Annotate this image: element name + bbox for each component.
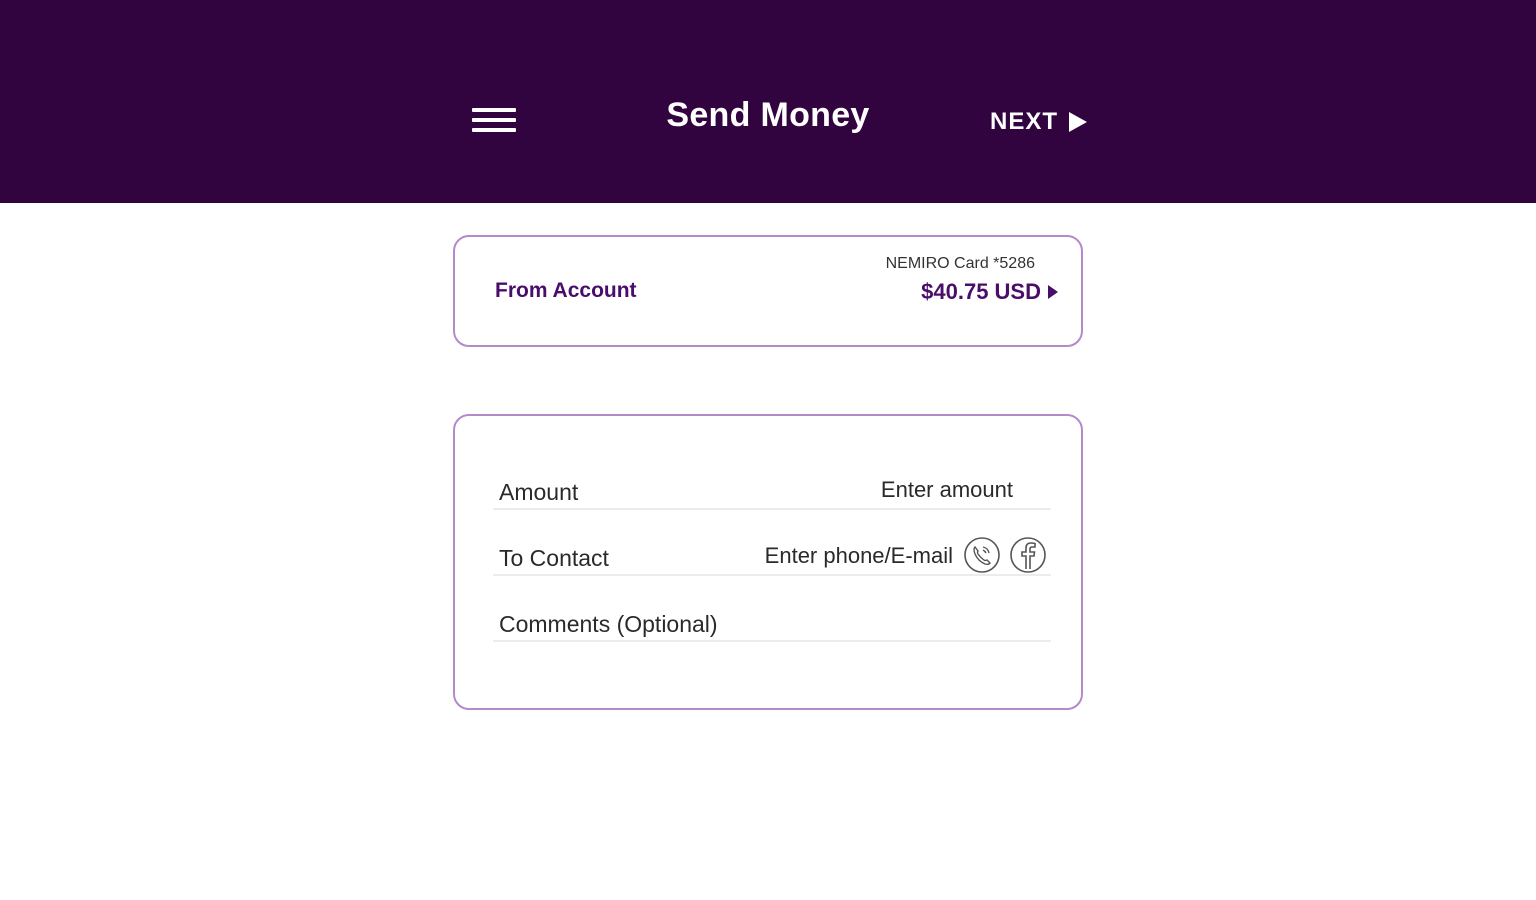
from-account-card[interactable]: From Account NEMIRO Card *5286 $40.75 US… (453, 235, 1083, 347)
comments-label: Comments (Optional) (499, 611, 718, 637)
next-button-label: NEXT (990, 108, 1059, 135)
page-title: Send Money (666, 96, 870, 134)
phone-contact-icon[interactable] (963, 536, 1001, 574)
facebook-icon[interactable] (1009, 536, 1047, 574)
chevron-right-icon (1048, 285, 1058, 299)
menu-icon[interactable] (470, 106, 518, 136)
account-balance: $40.75 USD (921, 279, 1041, 304)
contact-row: To Contact (493, 534, 1051, 576)
balance-selector[interactable]: $40.75 USD (921, 279, 1059, 305)
card-name: NEMIRO Card *5286 (885, 255, 1035, 272)
amount-label: Amount (499, 479, 579, 505)
amount-input[interactable] (751, 474, 1015, 506)
comments-row: Comments (Optional) (493, 600, 1051, 642)
comments-input[interactable] (793, 606, 1047, 638)
amount-row: Amount (493, 468, 1051, 510)
from-account-label: From Account (495, 279, 637, 302)
contact-label: To Contact (499, 545, 609, 571)
play-arrow-icon (1069, 112, 1088, 132)
contact-input[interactable] (651, 540, 955, 572)
header-bar: Send Money NEXT (0, 0, 1536, 203)
send-form-card: Amount To Contact Comments (Optional) (453, 414, 1083, 710)
next-button[interactable]: NEXT (990, 107, 1088, 137)
